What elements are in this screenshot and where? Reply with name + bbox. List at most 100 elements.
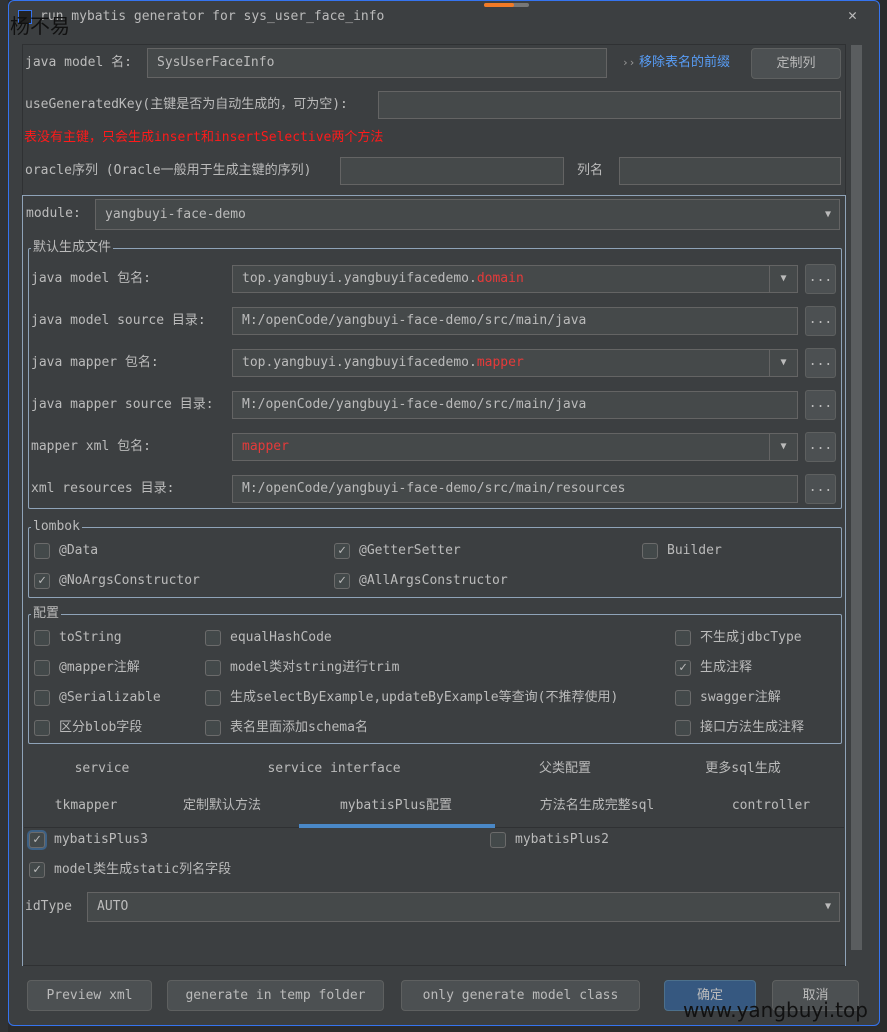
tab-r2-0[interactable]: tkmapper — [55, 798, 118, 814]
ide-background-right — [880, 0, 887, 1032]
browse-button[interactable]: ... — [805, 264, 836, 294]
package-select[interactable]: top.yangbuyi.yangbuyifacedemo.domain ▼ — [232, 265, 798, 293]
checkbox[interactable]: ✓ — [675, 660, 691, 676]
checkbox[interactable] — [490, 832, 506, 848]
plus-option-label: mybatisPlus3 — [54, 832, 148, 847]
generated-key-label: useGeneratedKey(主键是否为自动生成的，可为空): — [25, 97, 348, 112]
config-option-label: 接口方法生成注释 — [700, 720, 805, 735]
checkbox[interactable] — [675, 720, 691, 736]
tab-r2-1[interactable]: 定制默认方法 — [183, 798, 261, 814]
checkbox[interactable]: ✓ — [334, 543, 350, 559]
checkbox[interactable] — [675, 630, 691, 646]
path-suffix: domain — [476, 271, 524, 286]
checkbox[interactable]: ✓ — [29, 832, 45, 848]
path-prefix: top.yangbuyi.yangbuyifacedemo. — [242, 355, 477, 370]
checkbox[interactable]: ✓ — [334, 573, 350, 589]
tab-1[interactable]: service interface — [267, 761, 400, 777]
model-name-label: java model 名: — [25, 55, 132, 70]
lombok-option-label: @NoArgsConstructor — [59, 573, 200, 588]
module-label: module: — [26, 206, 81, 221]
path-suffix: mapper — [242, 439, 289, 454]
file-row-label: mapper xml 包名: — [31, 439, 151, 454]
config-option-label: swagger注解 — [700, 690, 781, 705]
config-option-label: model类对string进行trim — [230, 660, 400, 675]
plus-option-label: mybatisPlus2 — [515, 832, 609, 847]
checkbox[interactable] — [205, 630, 221, 646]
config-option-label: 生成注释 — [700, 660, 753, 675]
checkbox[interactable] — [205, 690, 221, 706]
file-row-label: java model 包名: — [31, 271, 151, 286]
file-row-label: java mapper source 目录: — [31, 397, 214, 412]
scrollbar[interactable] — [851, 45, 862, 950]
generate-temp-folder-button[interactable]: generate in temp folder — [167, 980, 384, 1011]
column-name-input[interactable] — [619, 157, 841, 185]
config-option-label: toString — [59, 630, 122, 645]
tab-r2-4[interactable]: controller — [732, 798, 810, 814]
remove-prefix-link[interactable]: 移除表名的前缀 — [639, 55, 730, 71]
checkbox[interactable] — [34, 720, 50, 736]
path-suffix: mapper — [476, 355, 524, 370]
config-option-label: 不生成jdbcType — [700, 630, 802, 645]
watermark-bottom: www.yangbuyi.top — [683, 998, 868, 1022]
generate-model-only-button[interactable]: only generate model class — [401, 980, 640, 1011]
browse-button[interactable]: ... — [805, 306, 836, 336]
oracle-sequence-input[interactable] — [340, 157, 564, 185]
path-prefix: M:/openCode/yangbuyi-face-demo/src/main/… — [242, 397, 587, 412]
window-title: run mybatis generator for sys_user_face_… — [40, 9, 385, 24]
no-primary-key-warning: 表没有主键，只会生成insert和insertSelective两个方法 — [24, 130, 384, 145]
tab-selected[interactable]: mybatisPlus配置 — [340, 798, 452, 814]
browse-button[interactable]: ... — [805, 390, 836, 420]
file-row-label: xml resources 目录: — [31, 481, 175, 496]
file-row-label: java mapper 包名: — [31, 355, 159, 370]
idtype-select[interactable]: AUTO ▼ — [87, 892, 840, 922]
chevron-down-icon: ▼ — [824, 209, 831, 220]
config-option-label: 区分blob字段 — [59, 720, 143, 735]
watermark-top: 杨不易 — [10, 14, 70, 38]
ide-background-left — [0, 0, 8, 1032]
tab-2[interactable]: 父类配置 — [539, 761, 591, 777]
directory-input[interactable]: M:/openCode/yangbuyi-face-demo/src/main/… — [232, 475, 798, 503]
preview-xml-button[interactable]: Preview xml — [27, 980, 152, 1011]
browse-button[interactable]: ... — [805, 432, 836, 462]
chevron-down-icon: ▼ — [824, 901, 831, 912]
progress-indicator — [484, 3, 529, 7]
config-option-label: @Serializable — [59, 690, 161, 705]
checkbox[interactable]: ✓ — [29, 862, 45, 878]
chevron-down-icon[interactable]: ▼ — [769, 434, 797, 460]
checkbox[interactable]: ✓ — [34, 573, 50, 589]
oracle-sequence-label: oracle序列 (Oracle一般用于生成主键的序列) — [25, 163, 312, 178]
model-name-input[interactable]: SysUserFaceInfo — [147, 48, 607, 78]
checkbox[interactable] — [675, 690, 691, 706]
module-select[interactable]: yangbuyi-face-demo ▼ — [95, 199, 840, 230]
checkbox[interactable] — [642, 543, 658, 559]
lombok-option-label: Builder — [667, 543, 722, 558]
column-name-label: 列名 — [577, 163, 604, 178]
tab-r2-3[interactable]: 方法名生成完整sql — [540, 798, 654, 814]
browse-button[interactable]: ... — [805, 474, 836, 504]
directory-input[interactable]: M:/openCode/yangbuyi-face-demo/src/main/… — [232, 307, 798, 335]
idtype-value: AUTO — [97, 899, 129, 914]
generated-key-input[interactable] — [378, 91, 841, 119]
checkbox[interactable] — [205, 660, 221, 676]
checkbox[interactable] — [34, 690, 50, 706]
lombok-title: lombok — [31, 519, 82, 535]
chevron-down-icon[interactable]: ▼ — [769, 350, 797, 376]
custom-columns-button[interactable]: 定制列 — [751, 48, 841, 79]
lombok-option-label: @GetterSetter — [359, 543, 461, 558]
package-select[interactable]: mapper ▼ — [232, 433, 798, 461]
selected-tab-underline — [299, 824, 495, 828]
config-option-label: 表名里面添加schema名 — [230, 720, 368, 735]
package-select[interactable]: top.yangbuyi.yangbuyifacedemo.mapper ▼ — [232, 349, 798, 377]
browse-button[interactable]: ... — [805, 348, 836, 378]
chevron-down-icon[interactable]: ▼ — [769, 266, 797, 292]
close-icon[interactable]: ✕ — [848, 7, 857, 23]
checkbox[interactable] — [205, 720, 221, 736]
checkbox[interactable] — [34, 660, 50, 676]
checkbox[interactable] — [34, 543, 50, 559]
path-prefix: top.yangbuyi.yangbuyifacedemo. — [242, 271, 477, 286]
tab-0[interactable]: service — [75, 761, 130, 777]
path-prefix: M:/openCode/yangbuyi-face-demo/src/main/… — [242, 481, 626, 496]
checkbox[interactable] — [34, 630, 50, 646]
tab-3[interactable]: 更多sql生成 — [705, 761, 780, 777]
directory-input[interactable]: M:/openCode/yangbuyi-face-demo/src/main/… — [232, 391, 798, 419]
